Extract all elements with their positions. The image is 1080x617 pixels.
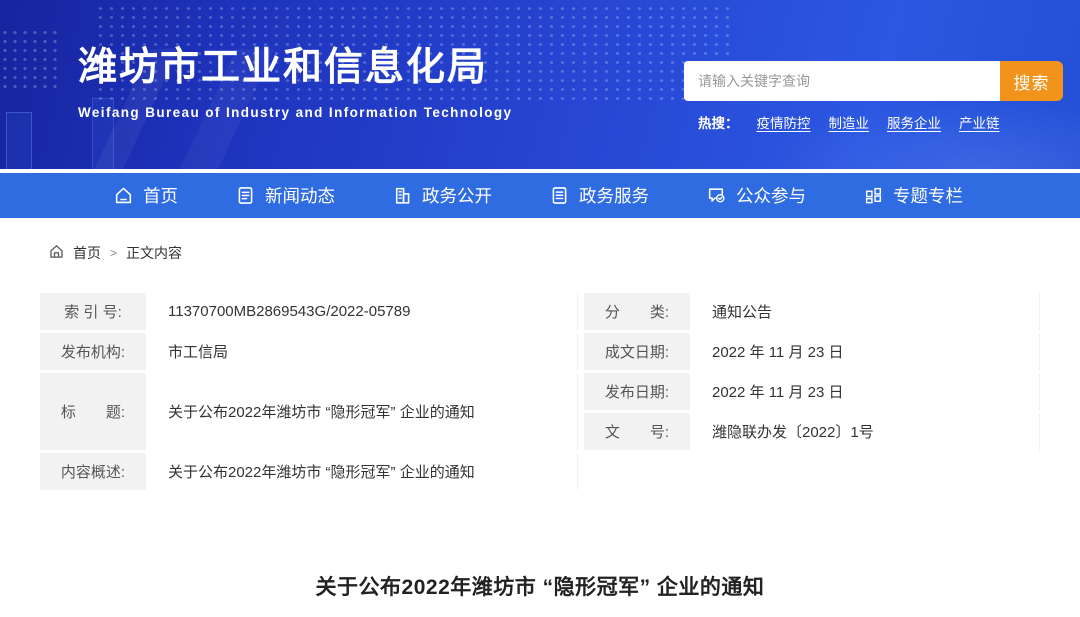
meta-row-title: 标 题: 关于公布2022年潍坊市 “隐形冠军” 企业的通知 <box>40 373 578 450</box>
meta-value: 2022 年 11 月 23 日 <box>690 333 1040 370</box>
nav-item-news[interactable]: 新闻动态 <box>235 183 335 208</box>
site-title: 潍坊市工业和信息化局 <box>78 36 512 92</box>
meta-value: 通知公告 <box>690 293 1040 330</box>
breadcrumb-home-link[interactable]: 首页 <box>48 243 101 263</box>
article-title: 关于公布2022年潍坊市 “隐形冠军” 企业的通知 <box>0 571 1080 601</box>
meta-value: 市工信局 <box>146 333 578 370</box>
meta-value: 2022 年 11 月 23 日 <box>690 373 1040 410</box>
main-nav: 首页 新闻动态 政务公开 政务服务 公众参与 <box>0 173 1080 218</box>
hot-search-link[interactable]: 产业链 <box>959 112 1000 132</box>
site-header: 潍坊市工业和信息化局 Weifang Bureau of Industry an… <box>0 0 1080 173</box>
nav-item-label: 政务服务 <box>579 183 649 208</box>
topics-icon <box>863 185 884 206</box>
nav-item-label: 公众参与 <box>736 183 806 208</box>
meta-label: 发布日期: <box>584 373 690 410</box>
participation-icon <box>706 185 727 206</box>
nav-item-participation[interactable]: 公众参与 <box>706 183 806 208</box>
nav-item-gov-open[interactable]: 政务公开 <box>392 183 492 208</box>
gov-open-icon <box>392 185 413 206</box>
hot-search-label: 热搜： <box>698 112 739 132</box>
meta-label: 索 引 号: <box>40 293 146 330</box>
building-silhouette <box>6 112 32 173</box>
breadcrumb-home-label: 首页 <box>73 243 101 263</box>
breadcrumb: 首页 > 正文内容 <box>0 218 1080 263</box>
meta-label: 成文日期: <box>584 333 690 370</box>
meta-row-written-date: 成文日期: 2022 年 11 月 23 日 <box>584 333 1040 370</box>
hot-search-link[interactable]: 制造业 <box>829 112 870 132</box>
hot-search-bar: 热搜： 疫情防控 制造业 服务企业 产业链 <box>684 112 1063 132</box>
dots-decoration-left <box>0 28 58 88</box>
search-input[interactable] <box>684 61 1000 101</box>
hot-search-link[interactable]: 服务企业 <box>887 112 941 132</box>
breadcrumb-current: 正文内容 <box>126 243 182 263</box>
meta-label: 分 类: <box>584 293 690 330</box>
meta-row-index-number: 索 引 号: 11370700MB2869543G/2022-05789 <box>40 293 578 330</box>
meta-column-left: 索 引 号: 11370700MB2869543G/2022-05789 发布机… <box>40 293 578 493</box>
meta-value: 11370700MB2869543G/2022-05789 <box>146 293 578 330</box>
nav-item-label: 新闻动态 <box>265 183 335 208</box>
home-icon <box>48 243 65 263</box>
nav-item-label: 专题专栏 <box>893 183 963 208</box>
meta-label: 发布机构: <box>40 333 146 370</box>
meta-label: 文 号: <box>584 413 690 450</box>
meta-row-document-number: 文 号: 潍隐联办发〔2022〕1号 <box>584 413 1040 450</box>
meta-value: 关于公布2022年潍坊市 “隐形冠军” 企业的通知 <box>146 453 578 490</box>
meta-value: 潍隐联办发〔2022〕1号 <box>690 413 1040 450</box>
page: 潍坊市工业和信息化局 Weifang Bureau of Industry an… <box>0 0 1080 617</box>
nav-item-label: 首页 <box>143 183 178 208</box>
meta-value: 关于公布2022年潍坊市 “隐形冠军” 企业的通知 <box>146 373 578 450</box>
meta-row-category: 分 类: 通知公告 <box>584 293 1040 330</box>
site-subtitle: Weifang Bureau of Industry and Informati… <box>78 105 512 120</box>
nav-item-label: 政务公开 <box>422 183 492 208</box>
meta-label: 标 题: <box>40 373 146 450</box>
breadcrumb-separator: > <box>110 246 117 260</box>
hot-search-link[interactable]: 疫情防控 <box>757 112 811 132</box>
news-icon <box>235 185 256 206</box>
document-meta-table: 索 引 号: 11370700MB2869543G/2022-05789 发布机… <box>40 293 1040 493</box>
nav-item-topics[interactable]: 专题专栏 <box>863 183 963 208</box>
meta-row-publish-date: 发布日期: 2022 年 11 月 23 日 <box>584 373 1040 410</box>
nav-item-gov-service[interactable]: 政务服务 <box>549 183 649 208</box>
search-box: 搜索 <box>684 61 1063 101</box>
gov-service-icon <box>549 185 570 206</box>
site-brand: 潍坊市工业和信息化局 Weifang Bureau of Industry an… <box>78 36 512 120</box>
meta-row-issuing-agency: 发布机构: 市工信局 <box>40 333 578 370</box>
nav-item-home[interactable]: 首页 <box>113 183 178 208</box>
search-area: 搜索 热搜： 疫情防控 制造业 服务企业 产业链 <box>684 61 1063 132</box>
home-icon <box>113 185 134 206</box>
meta-column-right: 分 类: 通知公告 成文日期: 2022 年 11 月 23 日 发布日期: 2… <box>584 293 1040 493</box>
meta-row-content-summary: 内容概述: 关于公布2022年潍坊市 “隐形冠军” 企业的通知 <box>40 453 578 490</box>
search-button[interactable]: 搜索 <box>1000 61 1063 101</box>
meta-label: 内容概述: <box>40 453 146 490</box>
